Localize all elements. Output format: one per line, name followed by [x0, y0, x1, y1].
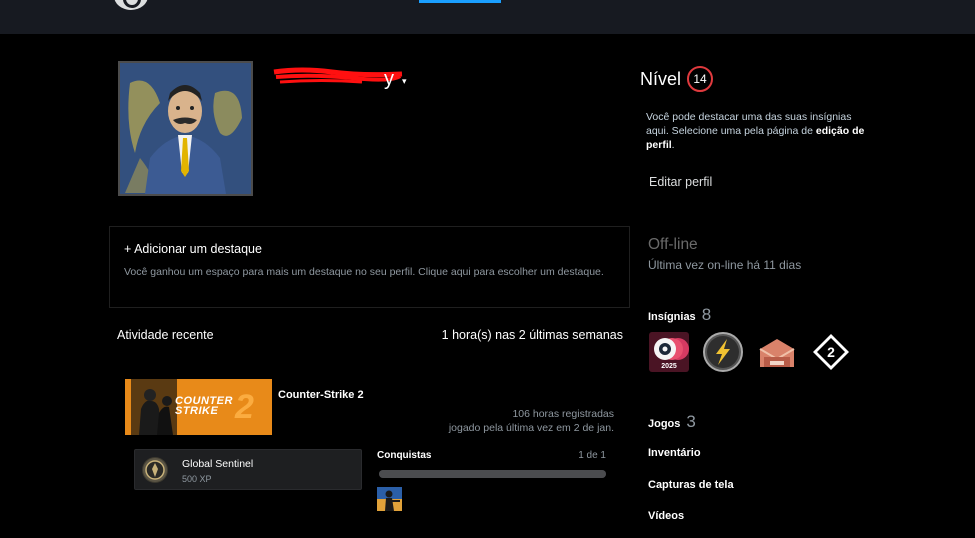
- steam-logo-icon[interactable]: [114, 0, 148, 10]
- games-count: 3: [686, 412, 696, 431]
- persona-visible-fragment: y: [384, 67, 394, 90]
- edit-profile-button[interactable]: Editar perfil: [649, 175, 712, 189]
- achievement-xp: 500 XP: [182, 474, 212, 484]
- cs-achievement-thumb-icon[interactable]: [377, 487, 402, 511]
- cs2-soldiers-icon: [131, 379, 177, 435]
- add-showcase-panel[interactable]: + Adicionar um destaque Você ganhou um e…: [109, 226, 630, 308]
- badges-count: 8: [701, 305, 712, 324]
- global-sentinel-medal-icon: [142, 457, 168, 483]
- persona-name-text: y: [273, 67, 403, 91]
- last-online-text: Última vez on-line há 11 dias: [648, 258, 802, 272]
- videos-link[interactable]: Vídeos: [648, 510, 684, 522]
- achievement-name: Global Sentinel: [182, 458, 254, 470]
- badge-hint-end: .: [671, 139, 675, 151]
- games-label: Jogos: [648, 418, 681, 430]
- achievements-label: Conquistas: [377, 450, 432, 461]
- steam-2025-badge-icon[interactable]: 2025: [647, 331, 691, 373]
- screenshots-link[interactable]: Capturas de tela: [648, 479, 734, 491]
- capsule-title: COUNTER STRIKE: [175, 396, 233, 417]
- achievements-progress-fill: [379, 470, 606, 478]
- recent-hours-summary: 1 hora(s) nas 2 últimas semanas: [441, 328, 623, 342]
- add-showcase-title: + Adicionar um destaque: [124, 242, 262, 256]
- profile-avatar[interactable]: [118, 61, 253, 196]
- persona-name[interactable]: y ▾: [273, 66, 407, 92]
- featured-achievement-card[interactable]: Global Sentinel 500 XP: [134, 449, 362, 490]
- active-tab-underline: [419, 0, 501, 3]
- top-navigation-bar: [0, 0, 975, 34]
- hours-recorded: 106 horas registradas: [512, 408, 614, 420]
- level-badge[interactable]: 14: [687, 66, 714, 92]
- last-played: jogado pela última vez em 2 de jan.: [448, 422, 614, 434]
- achievements-progress-bar: [379, 470, 606, 478]
- recent-activity-label: Atividade recente: [117, 328, 214, 342]
- lightning-badge-icon[interactable]: [701, 331, 745, 373]
- achievements-count: 1 de 1: [578, 450, 606, 461]
- level-2-diamond-badge-icon[interactable]: 2: [809, 331, 853, 373]
- capsule-title-line2: STRIKE: [175, 405, 219, 417]
- level-label: Nível: [640, 68, 682, 89]
- profile-level: Nível 14: [640, 66, 714, 92]
- capsule-number: 2: [235, 388, 254, 426]
- games-section-header[interactable]: Jogos 3: [648, 412, 696, 432]
- badge-diamond-number: 2: [827, 344, 835, 360]
- featured-badge-hint: Você pode destacar uma das suas insígnia…: [646, 110, 871, 152]
- badge-year-text: 2025: [661, 363, 677, 370]
- game-playtime: 106 horas registradas jogado pela última…: [449, 407, 614, 435]
- badges-section-header[interactable]: Insígnias 8: [648, 305, 711, 325]
- badges-label: Insígnias: [648, 311, 696, 323]
- avatar-portrait-icon: [120, 63, 251, 194]
- mail-package-badge-icon[interactable]: [755, 331, 799, 373]
- online-status: Off-line: [648, 236, 698, 253]
- inventory-link[interactable]: Inventário: [648, 447, 701, 459]
- game-capsule-image[interactable]: COUNTER STRIKE 2: [125, 379, 272, 435]
- badge-list: 2025 2: [647, 331, 853, 373]
- add-showcase-description: Você ganhou um espaço para mais um desta…: [124, 266, 604, 278]
- game-name-link[interactable]: Counter-Strike 2: [278, 389, 364, 401]
